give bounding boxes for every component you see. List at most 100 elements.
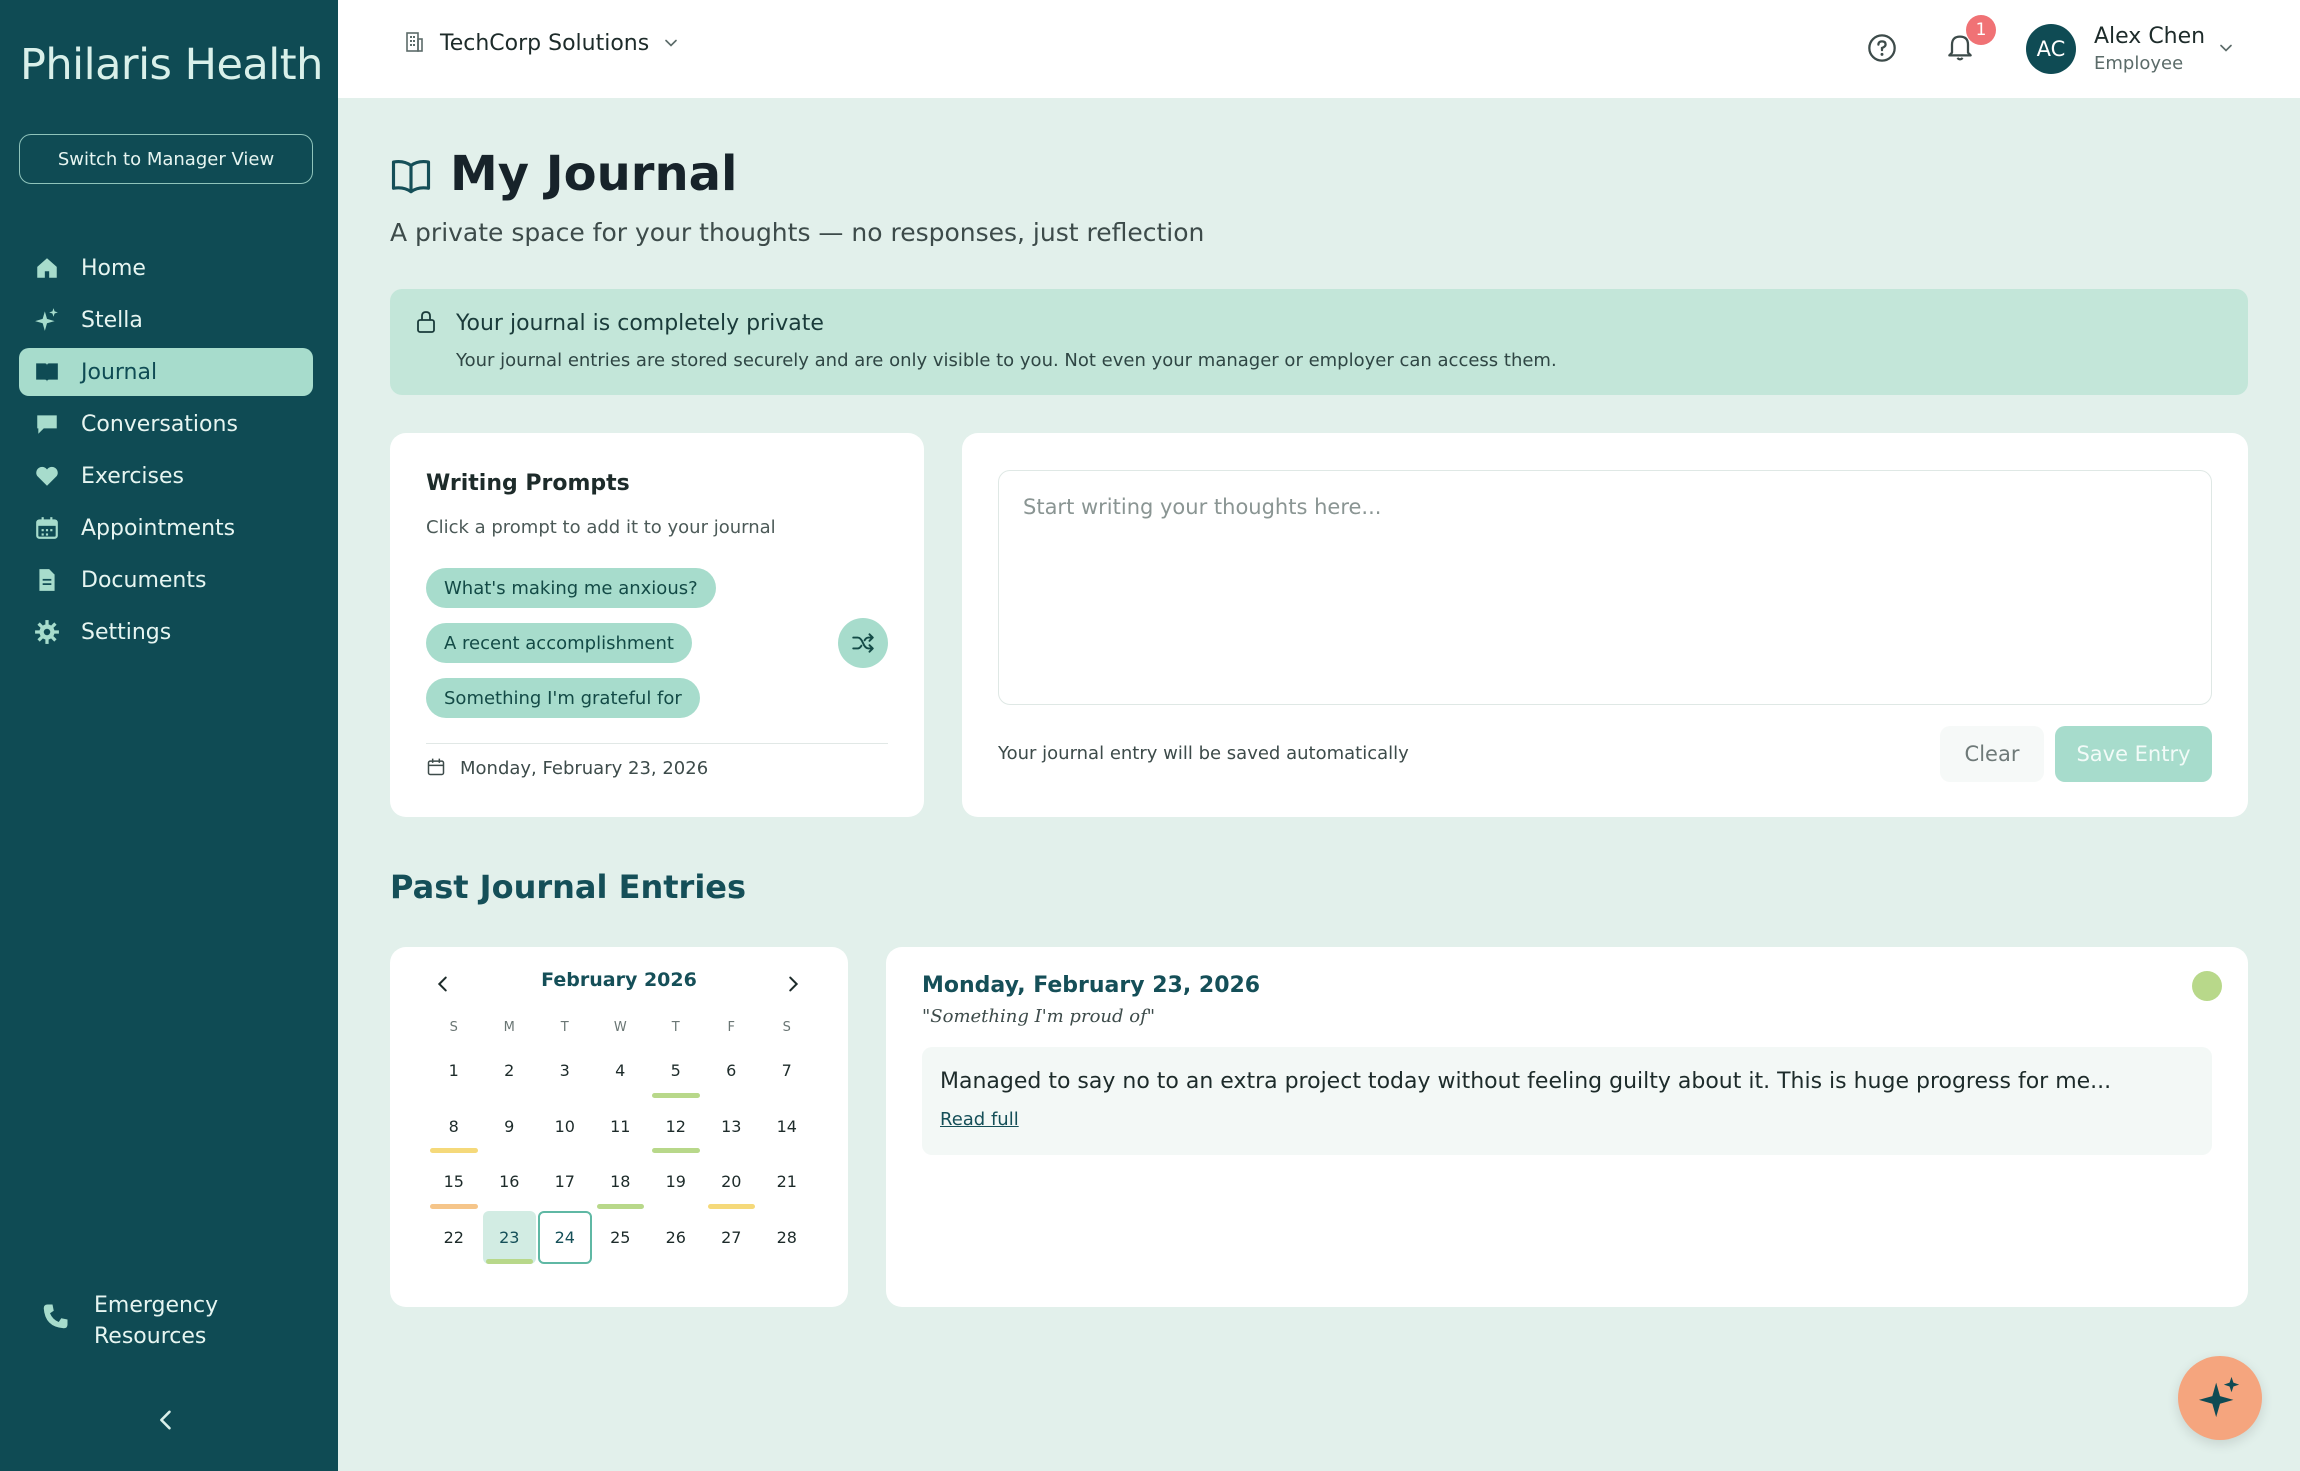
calendar-day-number: 10	[554, 1116, 575, 1136]
calendar-day-number: 15	[443, 1172, 464, 1192]
calendar-day-number: 23	[499, 1227, 520, 1247]
calendar-day-number: 24	[554, 1227, 575, 1247]
shuffle-prompts-button[interactable]	[838, 618, 888, 668]
calendar-day-number: 6	[726, 1061, 737, 1081]
calendar-day[interactable]: 15	[426, 1154, 482, 1210]
calendar-day[interactable]: 10	[537, 1099, 593, 1155]
entry-mood-marker	[485, 1259, 533, 1264]
divider	[426, 743, 888, 744]
entries-calendar: February 2026 S M T W T F S 1 2 3 4 5 6 7 8 9 10 11 12 13 14…	[390, 947, 848, 1307]
autosave-note: Your journal entry will be saved automat…	[998, 743, 1409, 764]
writing-prompts-card: Writing Prompts Click a prompt to add it…	[390, 433, 924, 817]
weekday-label: F	[727, 1019, 735, 1035]
emergency-resources-link[interactable]: Emergency Resources	[40, 1290, 218, 1352]
chevron-down-icon	[661, 33, 681, 53]
calendar-day[interactable]: 19	[648, 1154, 704, 1210]
calendar-day[interactable]: 28	[759, 1210, 815, 1266]
calendar-day-number: 9	[504, 1116, 515, 1136]
user-name[interactable]: Alex Chen	[2094, 24, 2205, 49]
calendar-day-number: 18	[610, 1172, 631, 1192]
read-full-link[interactable]: Read full	[940, 1109, 1019, 1130]
ai-assistant-button[interactable]	[2178, 1356, 2262, 1440]
calendar-day-number: 14	[776, 1116, 797, 1136]
calendar-day[interactable]: 13	[704, 1099, 760, 1155]
calendar-day[interactable]: 11	[593, 1099, 649, 1155]
sidebar-item-label: Documents	[81, 567, 207, 593]
calendar-day[interactable]: 22	[426, 1210, 482, 1266]
sidebar-item-conversations[interactable]: Conversations	[19, 400, 313, 448]
open-book-icon	[390, 156, 432, 196]
company-selector[interactable]: TechCorp Solutions	[402, 30, 681, 56]
sidebar-item-home[interactable]: Home	[19, 244, 313, 292]
app-logo[interactable]: Philaris Health	[20, 40, 323, 90]
save-entry-button[interactable]: Save Entry	[2055, 726, 2212, 782]
prompt-chip-grateful[interactable]: Something I'm grateful for	[426, 678, 700, 718]
sidebar-item-settings[interactable]: Settings	[19, 608, 313, 656]
notification-count-badge: 1	[1966, 15, 1996, 45]
calendar-day[interactable]: 2	[482, 1043, 538, 1099]
heart-icon	[33, 462, 61, 490]
calendar-day-number: 2	[504, 1061, 515, 1081]
sidebar-item-stella[interactable]: Stella	[19, 296, 313, 344]
journal-entry-textarea[interactable]	[998, 470, 2212, 705]
calendar-day-number: 3	[559, 1061, 570, 1081]
emergency-label-line1: Emergency	[94, 1293, 219, 1318]
writing-prompts-heading: Writing Prompts	[426, 471, 630, 496]
calendar-day[interactable]: 18	[593, 1154, 649, 1210]
calendar-day[interactable]: 6	[704, 1043, 760, 1099]
switch-to-manager-view-button[interactable]: Switch to Manager View	[19, 134, 313, 184]
prompt-chip-accomplishment[interactable]: A recent accomplishment	[426, 623, 692, 663]
sidebar-item-appointments[interactable]: Appointments	[19, 504, 313, 552]
weekday-label: M	[503, 1019, 515, 1035]
calendar-day[interactable]: 14	[759, 1099, 815, 1155]
calendar-day[interactable]: 12	[648, 1099, 704, 1155]
sidebar-item-exercises[interactable]: Exercises	[19, 452, 313, 500]
company-name: TechCorp Solutions	[440, 30, 650, 56]
calendar-day[interactable]: 21	[759, 1154, 815, 1210]
sidebar: Philaris Health Switch to Manager View H…	[0, 0, 338, 1471]
next-month-button[interactable]	[782, 973, 804, 995]
collapse-sidebar-button[interactable]	[152, 1406, 180, 1434]
calendar-day[interactable]: 20	[704, 1154, 760, 1210]
calendar-day-number: 19	[665, 1172, 686, 1192]
calendar-day[interactable]: 26	[648, 1210, 704, 1266]
calendar-icon	[33, 514, 61, 542]
calendar-day[interactable]: 9	[482, 1099, 538, 1155]
calendar-day[interactable]: 16	[482, 1154, 538, 1210]
chevron-right-icon	[789, 976, 799, 992]
calendar-day[interactable]: 8	[426, 1099, 482, 1155]
document-icon	[33, 566, 61, 594]
calendar-day[interactable]: 25	[593, 1210, 649, 1266]
weekday-label: W	[613, 1019, 627, 1035]
calendar-day[interactable]: 5	[648, 1043, 704, 1099]
calendar-day-number: 20	[721, 1172, 742, 1192]
avatar[interactable]: AC	[2026, 24, 2076, 74]
emergency-label-line2: Resources	[94, 1324, 207, 1349]
clear-button[interactable]: Clear	[1940, 726, 2044, 782]
user-menu-chevron-down-icon[interactable]	[2216, 38, 2236, 58]
calendar-day[interactable]: 7	[759, 1043, 815, 1099]
calendar-day[interactable]: 4	[593, 1043, 649, 1099]
calendar-day[interactable]: 24	[537, 1210, 593, 1266]
sidebar-item-journal[interactable]: Journal	[19, 348, 313, 396]
calendar-day[interactable]: 17	[537, 1154, 593, 1210]
entry-mood-marker	[652, 1148, 700, 1153]
entry-excerpt-box: Managed to say no to an extra project to…	[922, 1047, 2212, 1155]
chat-icon	[33, 410, 61, 438]
page-subtitle: A private space for your thoughts — no r…	[390, 218, 1205, 247]
calendar-day[interactable]: 27	[704, 1210, 760, 1266]
sidebar-item-label: Settings	[81, 619, 172, 645]
help-icon[interactable]	[1866, 32, 1898, 64]
prompt-chip-anxious[interactable]: What's making me anxious?	[426, 568, 716, 608]
calendar-day-number: 8	[448, 1116, 459, 1136]
calendar-day-number: 7	[781, 1061, 792, 1081]
sidebar-nav: Home Stella Journal Conversations Exerci…	[19, 244, 313, 660]
sidebar-item-documents[interactable]: Documents	[19, 556, 313, 604]
calendar-grid: S M T W T F S 1 2 3 4 5 6 7 8 9 10 11 12 13 14 15 16 17 18 19 20 21…	[426, 1011, 815, 1265]
calendar-day[interactable]: 1	[426, 1043, 482, 1099]
entry-preview-date: Monday, February 23, 2026	[922, 973, 1261, 998]
journal-entry-preview: Monday, February 23, 2026 "Something I'm…	[886, 947, 2248, 1307]
calendar-day[interactable]: 23	[482, 1210, 538, 1266]
calendar-day[interactable]: 3	[537, 1043, 593, 1099]
entry-date: Monday, February 23, 2026	[426, 757, 708, 779]
